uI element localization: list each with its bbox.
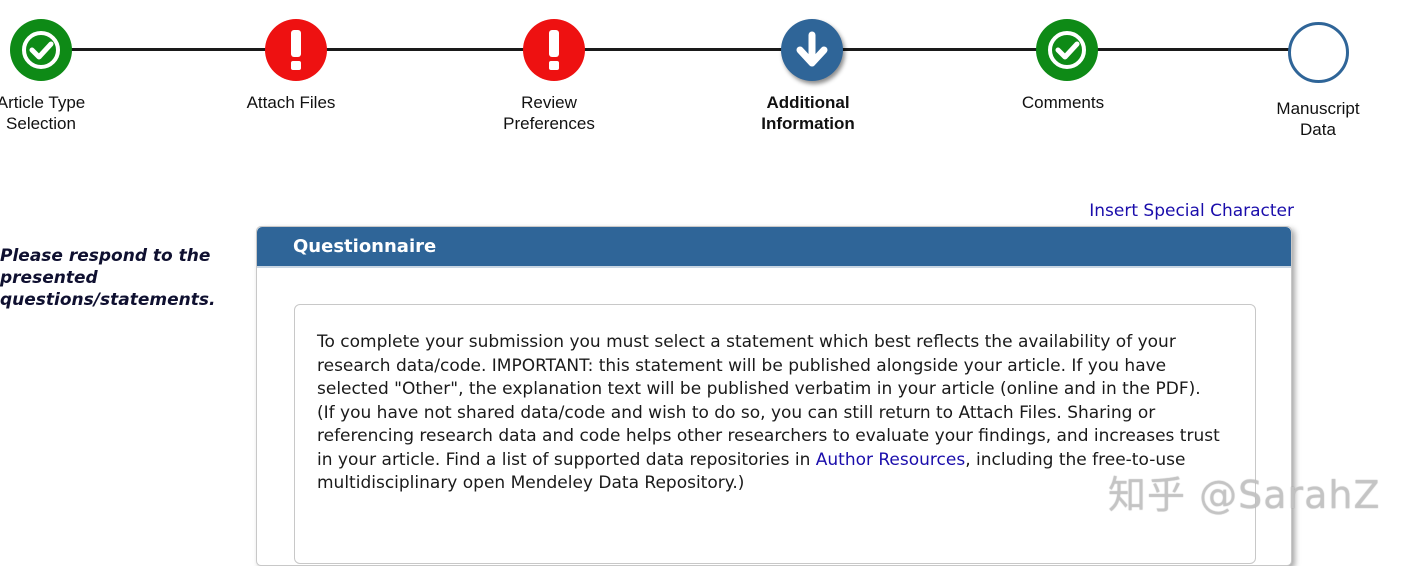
stepper-connector	[41, 48, 1319, 51]
step-manuscript-data-label[interactable]: Manuscript Data	[1228, 98, 1408, 140]
step-label-line: Information	[761, 114, 855, 133]
question-text: To complete your submission you must sel…	[317, 331, 1237, 496]
step-label-line: Data	[1300, 120, 1336, 139]
step-review-preferences-circle[interactable]	[523, 19, 585, 81]
step-label-line: Attach Files	[246, 93, 336, 112]
step-label-line: Selection	[6, 114, 76, 133]
step-label-line: Manuscript	[1276, 99, 1360, 118]
instruction-text: Please respond to the presented question…	[0, 246, 216, 310]
exclamation-icon	[549, 30, 559, 70]
step-label-line: Additional	[766, 93, 850, 112]
progress-stepper: Article Type Selection Attach Files Revi…	[0, 0, 1420, 150]
step-manuscript-data-circle[interactable]	[1288, 22, 1349, 83]
step-additional-information-label[interactable]: Additional Information	[718, 92, 898, 134]
step-comments-label[interactable]: Comments	[973, 92, 1153, 113]
step-article-type-circle[interactable]	[10, 19, 72, 81]
check-icon	[1048, 31, 1086, 69]
exclamation-icon	[291, 30, 301, 70]
check-icon	[22, 31, 60, 69]
step-attach-files-circle[interactable]	[265, 19, 327, 81]
watermark: 知乎 @SarahZ	[1108, 473, 1381, 517]
arrow-down-icon	[796, 31, 828, 67]
author-resources-link[interactable]: Author Resources	[816, 450, 965, 470]
question-paragraph-1: To complete your submission you must sel…	[317, 332, 1201, 399]
step-attach-files-label[interactable]: Attach Files	[201, 92, 381, 113]
question-paragraph-2: (If you have not shared data/code and wi…	[317, 402, 1237, 496]
step-comments-circle[interactable]	[1036, 19, 1098, 81]
step-article-type-label[interactable]: Article Type Selection	[0, 92, 131, 134]
step-additional-information-circle[interactable]	[781, 19, 843, 81]
panel-title: Questionnaire	[257, 227, 1291, 268]
step-label-line: Preferences	[503, 114, 595, 133]
step-label-line: Comments	[1021, 93, 1105, 112]
step-label-line: Review	[521, 93, 577, 112]
question-box: To complete your submission you must sel…	[294, 304, 1256, 564]
step-review-preferences-label[interactable]: Review Preferences	[459, 92, 639, 134]
step-label-line: Article Type	[0, 93, 86, 112]
insert-special-character-link[interactable]: Insert Special Character	[1060, 201, 1294, 221]
